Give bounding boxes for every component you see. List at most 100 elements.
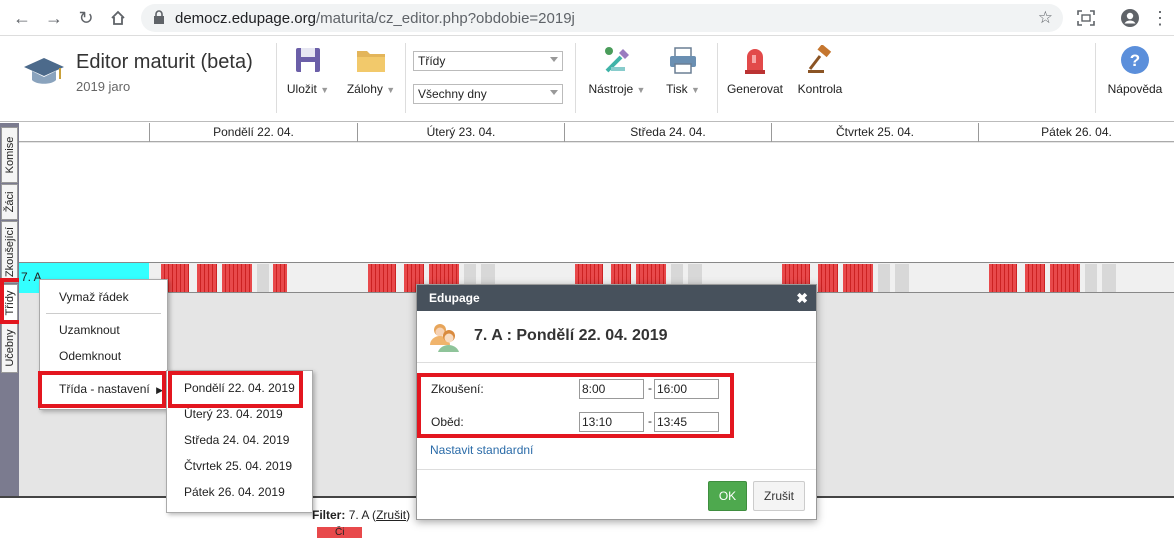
submenu-item-wednesday[interactable]: Středa 24. 04. 2019 (167, 427, 312, 453)
backups-button[interactable]: Zálohy ▼ (344, 45, 398, 105)
url-path: /maturita/cz_editor.php?obdobie=2019j (315, 10, 575, 27)
profile-icon[interactable] (1118, 6, 1142, 30)
address-bar[interactable]: democz.edupage.org/maturita/cz_editor.ph… (141, 4, 1063, 32)
tools-icon (605, 47, 629, 73)
browser-menu-icon[interactable]: ⋮ (1148, 6, 1172, 30)
tab-komise[interactable]: Komise (1, 127, 18, 183)
filter-chip[interactable]: Či (317, 527, 362, 538)
bookmark-star-icon[interactable]: ☆ (1038, 8, 1053, 28)
save-label: Uložit (286, 82, 317, 96)
time-fields-highlight (417, 373, 734, 438)
dialog-title: 7. A : Pondělí 22. 04. 2019 (474, 327, 668, 344)
class-filter-select[interactable]: Třídy (413, 51, 563, 71)
gavel-icon (808, 44, 832, 73)
filter-cancel-link[interactable]: Zrušit (376, 508, 406, 522)
day-header: Pondělí 22. 04. (149, 123, 357, 142)
generate-button[interactable]: Generovat (724, 45, 786, 105)
dialog-divider (417, 469, 816, 470)
dialog-header-title: Edupage (429, 291, 480, 305)
class-settings-highlight (38, 371, 166, 408)
people-icon (430, 324, 459, 352)
menu-divider (46, 313, 161, 314)
app-title: Editor maturit (beta) (76, 51, 253, 73)
tab-label: Zkoušející (3, 226, 16, 278)
filter-bar: Filter: 7. A (Zrušit) (312, 508, 411, 522)
chevron-down-icon (550, 57, 558, 62)
tools-label: Nástroje (588, 82, 634, 96)
filter-value: 7. A (348, 508, 369, 522)
toolbar-divider (1095, 43, 1096, 113)
menu-item-delete-row[interactable]: Vymaž řádek (40, 285, 167, 309)
empty-slot[interactable] (1102, 264, 1116, 292)
toolbar-divider (276, 43, 277, 113)
exam-slot[interactable] (1025, 264, 1045, 292)
generate-label: Generovat (726, 82, 784, 96)
submenu-item-thursday[interactable]: Čtvrtek 25. 04. 2019 (167, 453, 312, 479)
graduation-cap-icon (24, 58, 64, 84)
tab-zkousejici[interactable]: Zkoušející (1, 221, 18, 283)
set-default-link[interactable]: Nastavit standardní (430, 443, 533, 457)
tab-zaci[interactable]: Žáci (1, 184, 18, 220)
chevron-down-icon (550, 90, 558, 95)
url-host: democz.edupage.org (175, 10, 316, 27)
toolbar-divider (717, 43, 718, 113)
exam-slot[interactable] (843, 264, 873, 292)
empty-slot[interactable] (878, 264, 890, 292)
empty-slot[interactable] (257, 264, 269, 292)
vertical-tab-bar: Komise Žáci Zkoušející Třídy Učebny (0, 123, 19, 538)
save-button[interactable]: Uložit ▼ (286, 45, 330, 105)
tab-label: Komise (3, 136, 16, 174)
app-subtitle: 2019 jaro (76, 79, 131, 94)
exam-slot[interactable] (818, 264, 838, 292)
lock-icon (154, 10, 164, 24)
exam-slot[interactable] (222, 264, 252, 292)
exam-slot[interactable] (1050, 264, 1080, 292)
help-label: Nápověda (1107, 82, 1163, 96)
filter-label: Filter: (312, 508, 346, 522)
browser-toolbar: ← → ↻ democz.edupage.org/maturita/cz_edi… (0, 0, 1174, 36)
floppy-icon (296, 48, 320, 72)
empty-slot[interactable] (895, 264, 909, 292)
exam-slot[interactable] (273, 264, 287, 292)
help-icon: ? (1121, 46, 1149, 74)
submenu-item-friday[interactable]: Pátek 26. 04. 2019 (167, 479, 312, 505)
empty-slot[interactable] (1085, 264, 1097, 292)
days-select-value: Všechny dny (418, 87, 487, 101)
menu-item-unlock[interactable]: Odemknout (40, 344, 167, 368)
reload-icon[interactable]: ↻ (74, 6, 98, 30)
printer-icon (670, 47, 696, 74)
print-button[interactable]: Tisk ▼ (656, 45, 710, 105)
day-header: Úterý 23. 04. (357, 123, 564, 142)
day-header: Čtvrtek 25. 04. (771, 123, 978, 142)
home-icon[interactable] (106, 6, 130, 30)
dialog-divider (417, 362, 816, 363)
days-select[interactable]: Všechny dny (413, 84, 563, 104)
tools-button[interactable]: Nástroje ▼ (586, 45, 648, 105)
exam-slot[interactable] (368, 264, 396, 292)
check-label: Kontrola (797, 82, 843, 96)
backups-label: Zálohy (346, 82, 383, 96)
tab-label: Učebny (3, 329, 16, 367)
class-filter-value: Třídy (418, 54, 446, 68)
ok-button[interactable]: OK (708, 481, 747, 511)
app-toolbar: Editor maturit (beta) 2019 jaro Uložit ▼… (0, 37, 1174, 122)
tab-label: Žáci (3, 191, 16, 213)
svg-text:?: ? (1130, 51, 1140, 70)
check-button[interactable]: Kontrola (794, 44, 846, 105)
monday-item-highlight (168, 371, 303, 408)
forward-icon[interactable]: → (42, 6, 66, 30)
exam-slot[interactable] (989, 264, 1017, 292)
cancel-button[interactable]: Zrušit (753, 481, 805, 511)
back-icon[interactable]: ← (10, 6, 34, 30)
help-button[interactable]: ? Nápověda (1104, 45, 1166, 105)
toolbar-divider (405, 43, 406, 113)
close-icon[interactable]: ✖ (796, 285, 808, 311)
screen-capture-icon[interactable] (1074, 6, 1098, 30)
tab-ucebny[interactable]: Učebny (1, 323, 18, 373)
exam-slot[interactable] (197, 264, 217, 292)
day-header-row: Pondělí 22. 04. Úterý 23. 04. Středa 24.… (19, 123, 1174, 142)
print-label: Tisk (666, 82, 688, 96)
folder-icon (357, 51, 385, 72)
menu-item-lock[interactable]: Uzamknout (40, 318, 167, 342)
committee-area (19, 143, 1174, 263)
